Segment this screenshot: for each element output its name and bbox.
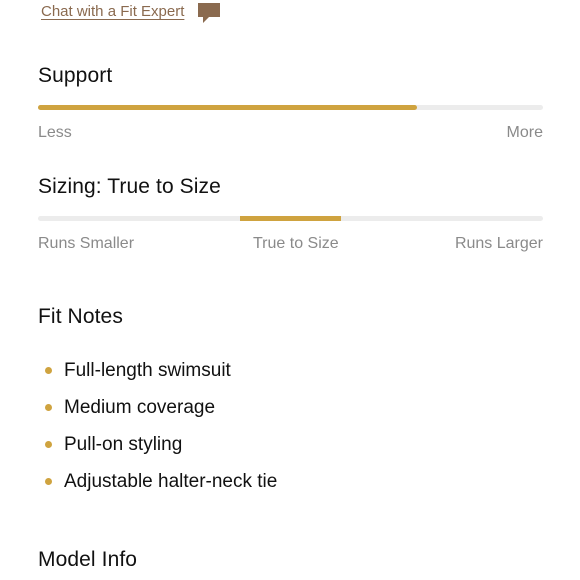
sizing-title: Sizing: True to Size [38, 175, 221, 198]
list-item: Medium coverage [38, 389, 277, 426]
support-meter [38, 105, 543, 110]
support-max-label: More [506, 124, 543, 141]
sizing-center-label: True to Size [253, 235, 339, 252]
fit-notes-title: Fit Notes [38, 305, 123, 328]
sizing-right-label: Runs Larger [454, 235, 543, 252]
chat-bubble-icon[interactable] [197, 2, 221, 24]
bullet-dot-icon [45, 441, 52, 448]
fit-note-text: Pull-on styling [64, 433, 183, 455]
sizing-left-label: Runs Smaller [38, 235, 135, 252]
fit-note-text: Medium coverage [64, 396, 216, 418]
fit-notes-list: Full-length swimsuit Medium coverage Pul… [38, 352, 277, 500]
support-min-label: Less [38, 124, 72, 141]
bullet-dot-icon [45, 478, 52, 485]
list-item: Pull-on styling [38, 426, 277, 463]
support-meter-fill [38, 105, 417, 110]
list-item: Adjustable halter-neck tie [38, 463, 277, 500]
fit-note-text: Adjustable halter-neck tie [64, 470, 278, 492]
list-item: Full-length swimsuit [38, 352, 277, 389]
fit-note-text: Full-length swimsuit [64, 359, 231, 381]
chat-with-fit-expert-link[interactable]: Chat with a Fit Expert [41, 3, 184, 20]
sizing-meter-indicator [240, 216, 341, 221]
chat-row: Chat with a Fit Expert [41, 3, 184, 20]
bullet-dot-icon [45, 404, 52, 411]
bullet-dot-icon [45, 367, 52, 374]
model-info-title: Model Info [38, 548, 138, 571]
support-title: Support [38, 64, 113, 87]
sizing-meter [38, 216, 543, 221]
